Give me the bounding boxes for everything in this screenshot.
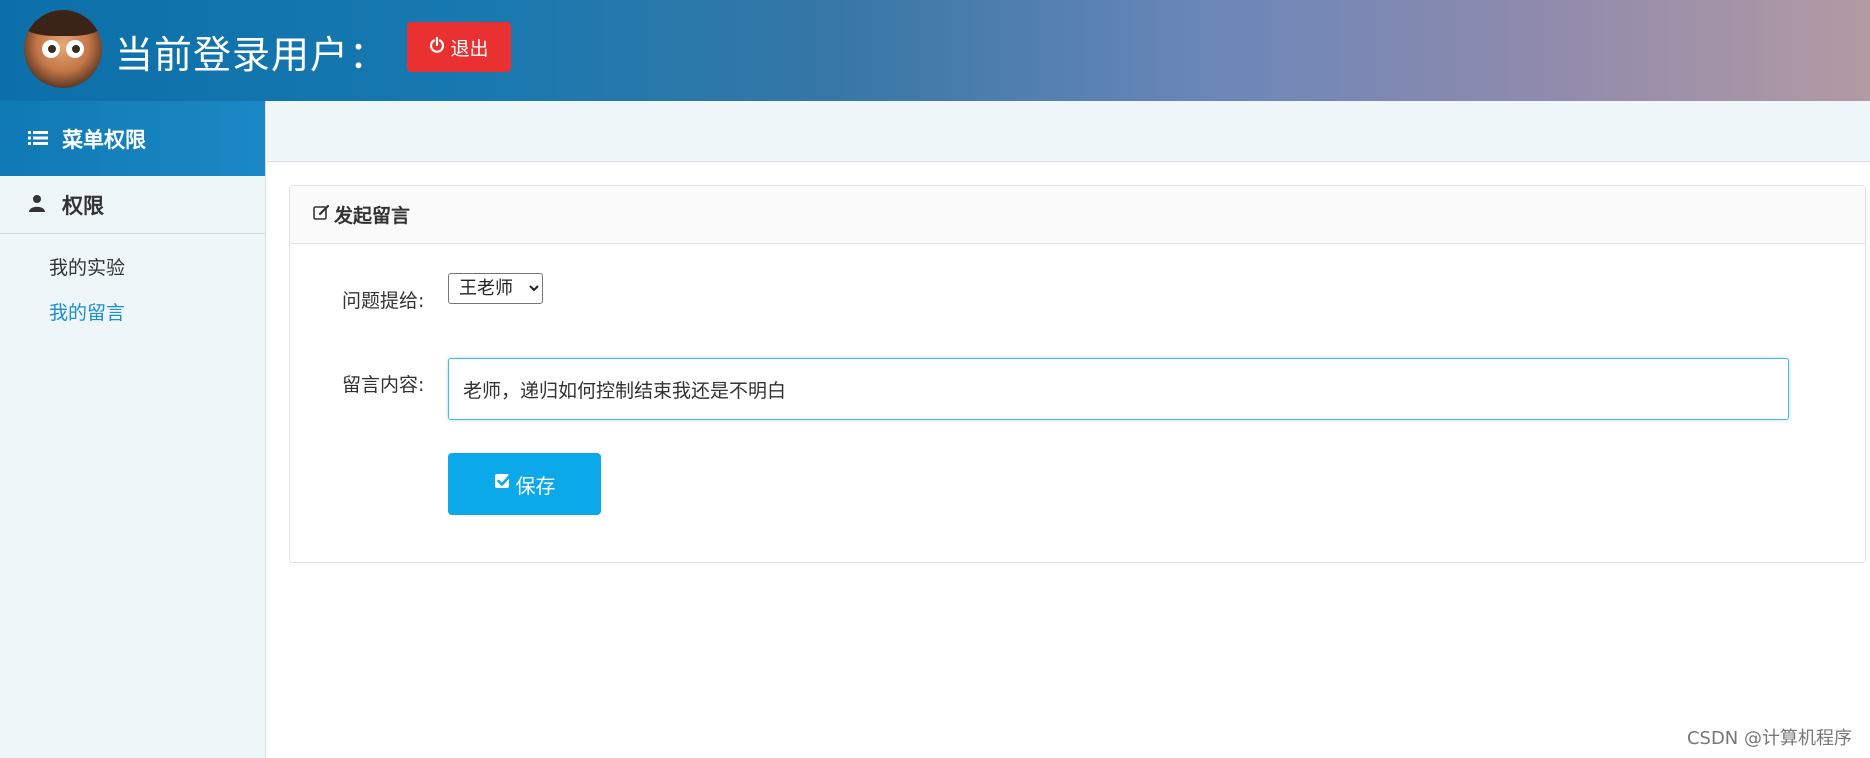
- panel-title: 发起留言: [334, 205, 411, 227]
- app-header: 当前登录用户： 退出: [0, 0, 1870, 101]
- current-user-title: 当前登录用户：: [115, 33, 389, 77]
- content-topbar: [267, 101, 1870, 162]
- avatar-eye-left: [42, 40, 60, 58]
- message-content-input[interactable]: [448, 358, 1789, 420]
- avatar-eye-right: [66, 40, 84, 58]
- check-square-icon: [494, 472, 512, 496]
- to-label: 问题提给:: [342, 290, 425, 312]
- save-button[interactable]: 保存: [448, 453, 601, 515]
- watermark: CSDN @计算机程序: [1686, 728, 1852, 749]
- power-icon: [429, 36, 445, 58]
- content-label: 留言内容:: [342, 374, 425, 396]
- avatar[interactable]: [24, 10, 102, 88]
- panel-header: 发起留言: [290, 186, 1865, 244]
- list-icon: [28, 127, 48, 151]
- recipient-select[interactable]: 王老师: [448, 273, 543, 304]
- sidebar-item-my-messages[interactable]: 我的留言: [0, 291, 265, 336]
- sidebar-menu-title: 菜单权限: [62, 127, 146, 152]
- sidebar-item-my-experiments[interactable]: 我的实验: [0, 246, 265, 291]
- sidebar-group-title: 权限: [62, 193, 104, 218]
- save-label: 保存: [515, 475, 556, 498]
- user-icon: [28, 193, 46, 217]
- sidebar-menu-header[interactable]: 菜单权限: [0, 101, 265, 176]
- sidebar-links: 我的实验 我的留言: [0, 234, 265, 336]
- message-panel: 发起留言 问题提给: 王老师 留言内容: 保存: [289, 185, 1866, 563]
- sidebar: 菜单权限 权限 我的实验 我的留言: [0, 101, 266, 758]
- logout-button[interactable]: 退出: [407, 22, 511, 72]
- edit-icon: [313, 204, 330, 226]
- logout-label: 退出: [450, 37, 489, 60]
- avatar-hair: [24, 10, 102, 36]
- sidebar-group-permissions[interactable]: 权限: [0, 176, 265, 234]
